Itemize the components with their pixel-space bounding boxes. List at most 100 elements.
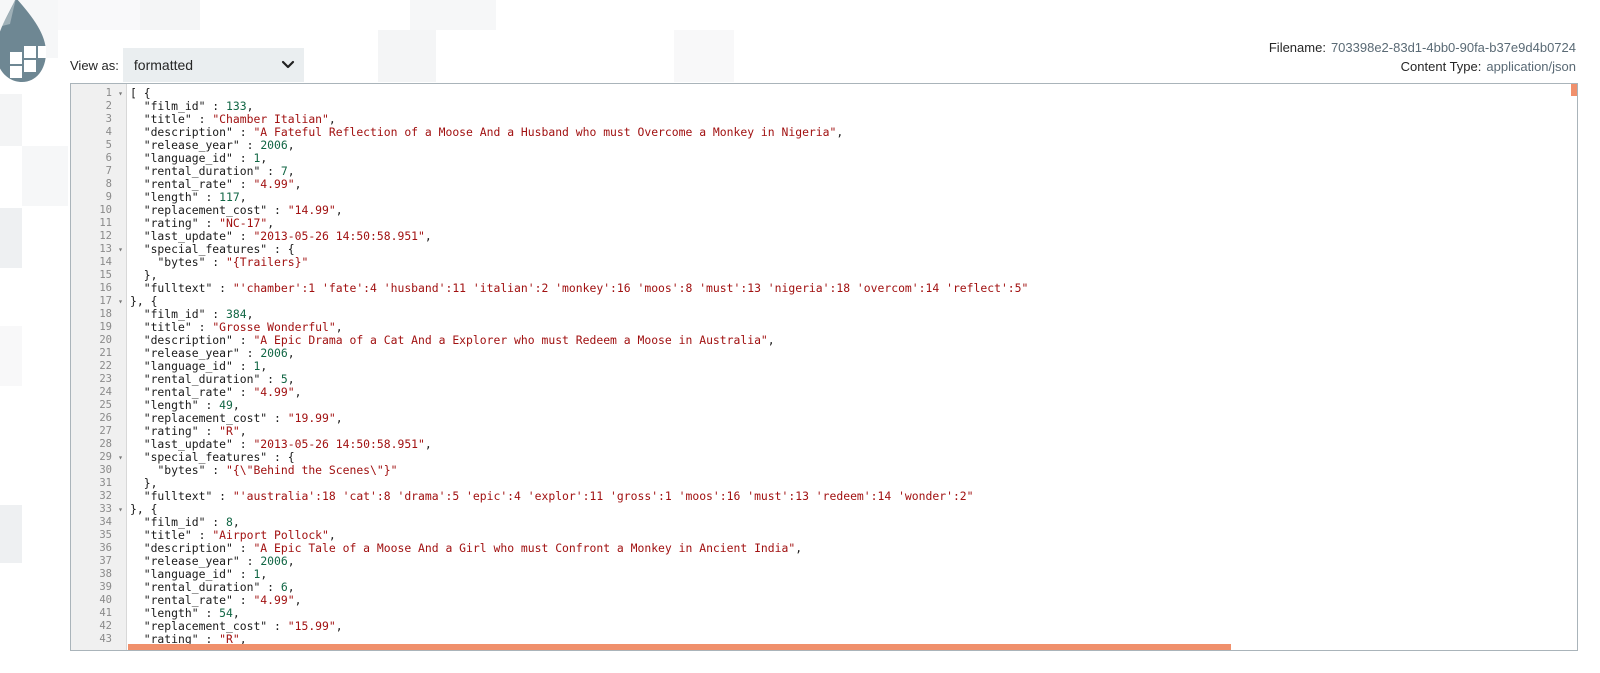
line-number: 22 [99,360,112,372]
filename-label: Filename: [1268,40,1326,55]
code-line: "bytes" : "{\"Behind the Scenes\"}" [157,463,398,477]
view-as-control: View as: formatted [70,48,304,82]
line-number: 18 [99,308,112,320]
line-number: 35 [99,529,112,541]
code-line: "replacement_cost" : "19.99", [143,411,343,425]
content-type-value: application/json [1486,59,1576,74]
code-line: "description" : "A Epic Drama of a Cat A… [143,333,775,347]
line-number: 36 [99,542,112,554]
code-line: "film_id" : 384, [143,307,254,321]
code-line: "rental_rate" : "4.99", [143,385,302,399]
line-number: 41 [99,607,112,619]
line-number: 5 [105,139,112,151]
line-number: 38 [99,568,112,580]
code-line: "fulltext" : "'chamber':1 'fate':4 'husb… [143,281,1029,295]
line-number: 26 [99,412,112,424]
line-number: 25 [99,399,112,411]
line-number: 12 [99,230,112,242]
code-line: "release_year" : 2006, [143,138,295,152]
code-line: "language_id" : 1, [143,151,268,165]
fold-arrow-icon[interactable]: ▾ [118,243,123,256]
line-number: 15 [99,269,112,281]
content-type-label: Content Type: [1400,59,1482,74]
line-number: 32 [99,490,112,502]
code-line: "length" : 117, [143,190,247,204]
code-line: "replacement_cost" : "14.99", [143,203,343,217]
code-line: "rental_rate" : "4.99", [143,593,302,607]
code-line: "last_update" : "2013-05-26 14:50:58.951… [143,229,432,243]
content-type-row: Content Type: application/json [1269,57,1576,76]
code-line: "bytes" : "{Trailers}" [157,255,309,269]
code-line: [ { [130,86,151,100]
code-content[interactable]: [ { "film_id" : 133, "title" : "Chamber … [130,87,1569,646]
line-number: 33 ▾ [99,503,123,516]
line-number: 30 [99,464,112,476]
line-number: 4 [105,126,112,138]
code-line: "last_update" : "2013-05-26 14:50:58.951… [143,437,432,451]
line-number: 10 [99,204,112,216]
line-number: 42 [99,620,112,632]
line-number: 2 [105,100,112,112]
view-as-selected-value: formatted [133,57,194,73]
code-line: "special_features" : { [143,242,295,256]
line-number: 43 [99,633,112,645]
chevron-down-icon [281,60,295,69]
line-number-gutter: 1 ▾ 2 3 4 5 6 7 8 9 10 11 12 13 ▾ 14 15 16 17 ▾ 18 19 20 21 22 23… [71,84,127,650]
line-number: 27 [99,425,112,437]
line-number: 28 [99,438,112,450]
view-as-select[interactable]: formatted [122,48,304,82]
code-line: }, { [130,502,158,516]
view-as-label: View as: [70,57,119,73]
code-line: "language_id" : 1, [143,567,268,581]
line-number: 7 [105,165,112,177]
code-line: "length" : 49, [143,398,240,412]
line-number: 6 [105,152,112,164]
line-number: 39 [99,581,112,593]
code-line: "release_year" : 2006, [143,554,295,568]
code-line: "rental_duration" : 7, [143,164,295,178]
line-number: 40 [99,594,112,606]
code-line: "rental_duration" : 6, [143,580,295,594]
flowfile-drop-logo [0,0,46,82]
line-number: 21 [99,347,112,359]
line-number: 3 [105,113,112,125]
line-number: 1 ▾ [105,87,123,100]
fold-arrow-icon[interactable]: ▾ [118,451,123,464]
line-number: 34 [99,516,112,528]
json-editor[interactable]: 1 ▾ 2 3 4 5 6 7 8 9 10 11 12 13 ▾ 14 15 16 17 ▾ 18 19 20 21 22 23… [70,83,1578,651]
fold-arrow-icon[interactable]: ▾ [118,295,123,308]
fold-arrow-icon[interactable]: ▾ [118,503,123,516]
code-line: "film_id" : 133, [143,99,254,113]
line-number: 8 [105,178,112,190]
line-number: 17 ▾ [99,295,123,308]
file-meta: Filename: 703398e2-83d1-4bb0-90fa-b37e9d4… [1269,38,1576,76]
code-line: "description" : "A Epic Tale of a Moose … [143,541,803,555]
code-line: }, { [130,294,158,308]
filename-row: Filename: 703398e2-83d1-4bb0-90fa-b37e9d4… [1269,38,1576,57]
line-number: 20 [99,334,112,346]
code-line: "length" : 54, [143,606,240,620]
code-line: "film_id" : 8, [143,515,240,529]
filename-value: 703398e2-83d1-4bb0-90fa-b37e9d4b0724 [1330,40,1576,55]
line-number: 31 [99,477,112,489]
line-number: 37 [99,555,112,567]
line-number: 23 [99,373,112,385]
line-number: 11 [99,217,112,229]
code-line: "replacement_cost" : "15.99", [143,619,343,633]
line-number: 24 [99,386,112,398]
code-line: "rental_rate" : "4.99", [143,177,302,191]
line-number: 19 [99,321,112,333]
code-line: "rental_duration" : 5, [143,372,295,386]
code-line: "description" : "A Fateful Reflection of… [143,125,844,139]
code-line: "language_id" : 1, [143,359,268,373]
line-number: 29 ▾ [99,451,123,464]
code-line: "fulltext" : "'australia':18 'cat':8 'dr… [143,489,974,503]
code-line: "release_year" : 2006, [143,346,295,360]
line-number: 13 ▾ [99,243,123,256]
horizontal-scrollbar[interactable] [128,644,1231,650]
line-number: 14 [99,256,112,268]
fold-arrow-icon[interactable]: ▾ [118,87,123,100]
line-number: 16 [99,282,112,294]
vertical-scrollbar[interactable] [1571,84,1577,96]
line-number: 9 [105,191,112,203]
